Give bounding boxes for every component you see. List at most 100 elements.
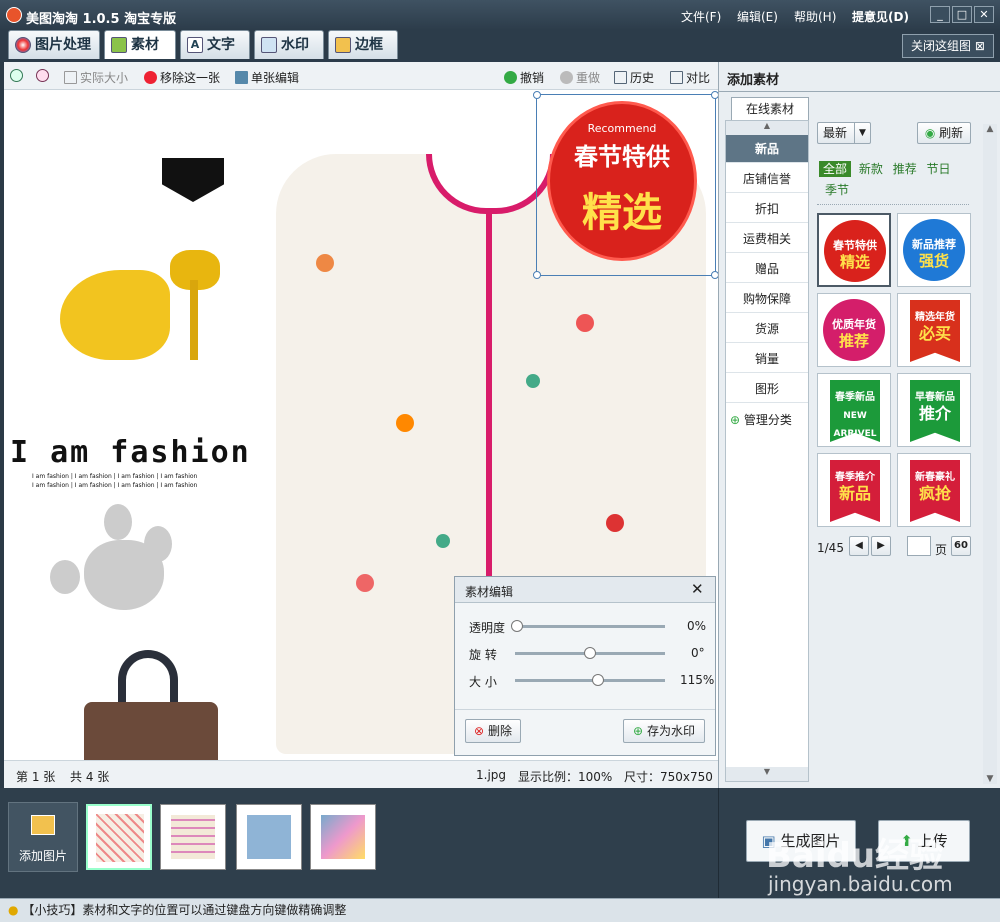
flag-icon: 精选年货 必买 [910, 300, 960, 362]
category-item[interactable]: 店铺信誉 [726, 165, 808, 193]
category-item[interactable]: 图形 [726, 375, 808, 403]
panel-scrollbar[interactable]: ▲ ▼ [983, 124, 997, 784]
film-thumb[interactable] [310, 804, 376, 870]
sticker-selection-box[interactable]: Recommend 春节特供 精选 [533, 91, 718, 279]
opacity-slider[interactable] [511, 620, 665, 632]
category-item[interactable]: 折扣 [726, 195, 808, 223]
sticker-line1: 春节特供 [574, 143, 670, 171]
save-watermark-button[interactable]: ⊕ 存为水印 [623, 719, 705, 743]
filter-season[interactable]: 季节 [825, 181, 849, 198]
material-thumb[interactable]: 春节特供 精选 [817, 213, 891, 287]
menu-help[interactable]: 帮助(H) [794, 8, 836, 25]
scroll-down-icon[interactable]: ▼ [983, 774, 997, 784]
material-icon [111, 37, 127, 53]
filter-recommend[interactable]: 推荐 [893, 162, 917, 176]
category-item[interactable]: 运费相关 [726, 225, 808, 253]
zoom-out-icon [36, 69, 49, 82]
thumb-line1: 精选年货 [915, 312, 955, 323]
close-group-button[interactable]: 关闭这组图 ⊠ [902, 34, 994, 58]
sort-select[interactable]: 最新 ▼ [817, 122, 871, 144]
thumb-line2: 新品 [838, 484, 871, 503]
add-image-button[interactable]: 添加图片 [8, 802, 78, 872]
undo-button[interactable]: 撤销 [504, 69, 544, 86]
category-item[interactable]: 赠品 [726, 255, 808, 283]
category-item[interactable]: 货源 [726, 315, 808, 343]
next-page-button[interactable]: ▶ [871, 536, 891, 556]
dialog-close-icon[interactable]: ✕ [691, 580, 704, 598]
history-icon [614, 71, 627, 84]
canvas-toolbar: 实际大小 移除这一张 单张编辑 撤销 重做 历史 对比 [4, 62, 718, 90]
thumb-line1: 优质年货 [832, 318, 876, 331]
total-pages: 共 4 张 [70, 770, 110, 784]
menu-edit[interactable]: 编辑(E) [737, 8, 778, 25]
menu-file[interactable]: 文件(F) [681, 8, 721, 25]
zoom-in-button[interactable] [10, 69, 26, 83]
film-thumb[interactable] [160, 804, 226, 870]
redo-button[interactable]: 重做 [560, 69, 600, 86]
delete-button[interactable]: ⊗ 删除 [465, 719, 521, 743]
resize-handle[interactable] [711, 271, 718, 279]
filter-all[interactable]: 全部 [819, 161, 852, 177]
material-thumb[interactable]: 优质年货 推荐 [817, 293, 891, 367]
filter-holiday[interactable]: 节日 [927, 162, 951, 176]
material-edit-dialog: 素材编辑 ✕ 透明度 0% 旋 转 0° 大 小 115% ⊗ 删除 ⊕ 存为水… [454, 576, 716, 756]
category-item[interactable]: 销量 [726, 345, 808, 373]
material-thumb[interactable]: 春季新品 NEW ARRIVEL [817, 373, 891, 447]
resize-handle[interactable] [711, 91, 718, 99]
tab-text[interactable]: A 文字 [180, 30, 250, 59]
category-item[interactable]: 新品 [726, 135, 808, 163]
remove-icon [144, 71, 157, 84]
size-slider[interactable] [515, 674, 665, 686]
menu-feedback[interactable]: 提意见(D) [852, 8, 909, 25]
actual-size-label: 实际大小 [80, 71, 129, 85]
resize-handle[interactable] [533, 271, 541, 279]
manage-categories-button[interactable]: ⊕ 管理分类 [730, 411, 792, 428]
remove-image-button[interactable]: 移除这一张 [144, 69, 220, 86]
minimize-button[interactable]: _ [930, 6, 950, 23]
tab-image-process[interactable]: 图片处理 [8, 30, 100, 59]
refresh-button[interactable]: ◉ 刷新 [917, 122, 971, 144]
close-group-label: 关闭这组图 [911, 39, 972, 53]
scroll-up-icon[interactable]: ▲ [726, 121, 808, 135]
slider-knob[interactable] [592, 674, 604, 686]
maximize-button[interactable]: □ [952, 6, 972, 23]
single-edit-button[interactable]: 单张编辑 [235, 69, 299, 86]
zoom-out-button[interactable] [36, 69, 52, 83]
material-thumb[interactable]: 早春新品 推介 [897, 373, 971, 447]
tab-watermark[interactable]: 水印 [254, 30, 324, 59]
close-icon: ⊠ [974, 39, 985, 53]
tab-material[interactable]: 素材 [104, 30, 176, 59]
rotate-slider[interactable] [515, 647, 665, 659]
page-input[interactable] [907, 536, 931, 556]
resize-handle[interactable] [533, 91, 541, 99]
compare-button[interactable]: 对比 [670, 69, 710, 86]
tab-border[interactable]: 边框 [328, 30, 398, 59]
history-button[interactable]: 历史 [614, 69, 654, 86]
material-thumb[interactable]: 新春豪礼 疯抢 [897, 453, 971, 527]
sticker-en: Recommend [587, 122, 657, 135]
save-watermark-label: 存为水印 [646, 724, 695, 738]
slider-knob[interactable] [511, 620, 523, 632]
slider-knob[interactable] [584, 647, 596, 659]
manage-label: 管理分类 [743, 413, 792, 427]
size-row: 大 小 115% [455, 671, 715, 691]
actual-size-button[interactable]: 实际大小 [64, 69, 128, 86]
film-thumb[interactable] [86, 804, 152, 870]
category-item[interactable]: 购物保障 [726, 285, 808, 313]
filter-new[interactable]: 新款 [859, 162, 883, 176]
close-button[interactable]: ✕ [974, 6, 994, 23]
thumb-line1: 春季新品 [835, 392, 875, 403]
material-thumb[interactable]: 春季推介 新品 [817, 453, 891, 527]
prev-page-button[interactable]: ◀ [849, 536, 869, 556]
material-thumb[interactable]: 新品推荐 强货 [897, 213, 971, 287]
badge-icon: 优质年货 推荐 [823, 299, 885, 361]
go-page-button[interactable]: 60 [951, 536, 971, 556]
watermark: Baidu经验 [766, 836, 944, 876]
scroll-up-icon[interactable]: ▲ [983, 124, 997, 134]
tab-online-material[interactable]: 在线素材 [731, 97, 809, 120]
fashion-title: I am fashion [10, 435, 251, 470]
film-thumb[interactable] [236, 804, 302, 870]
text-icon: A [187, 37, 203, 53]
material-thumb[interactable]: 精选年货 必买 [897, 293, 971, 367]
scroll-down-icon[interactable]: ▼ [726, 767, 808, 781]
